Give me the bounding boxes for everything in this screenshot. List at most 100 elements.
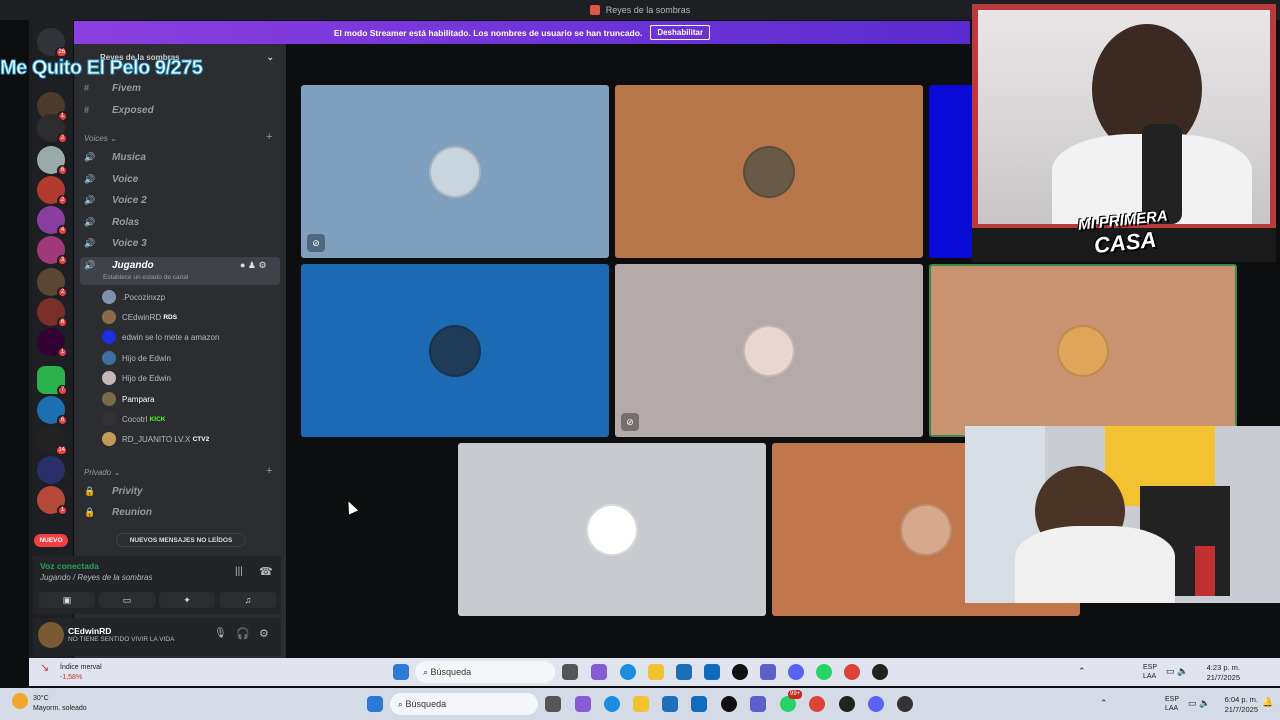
channel-reunion[interactable]: 🔒 Reunion [84,503,152,521]
outlook-icon[interactable] [691,696,707,712]
screen-share-icon[interactable]: ▭ [99,592,155,608]
file-explorer-icon[interactable] [633,696,649,712]
taskbar-search[interactable]: ⌕ Búsqueda [390,693,538,715]
channel-voice-2[interactable]: 🔊 Voice 2 [84,191,147,209]
taskbar-clock[interactable]: 4:23 p. m. 21/7/2025 [1190,663,1240,683]
weather-temp[interactable]: 30°C [33,694,49,703]
server-icon[interactable]: 14 [37,426,68,456]
voice-location[interactable]: Jugando / Reyes de la sombras [40,573,153,582]
chevron-up-icon[interactable]: ⌃ [1100,699,1108,708]
server-icon[interactable]: 1 [37,486,68,516]
participant-tile[interactable] [929,85,973,258]
copilot-icon[interactable] [575,696,591,712]
copilot-icon[interactable] [591,664,607,680]
server-icon[interactable]: 6 [37,146,68,176]
widget-title[interactable]: Índice merval [60,663,102,672]
channel-fivem[interactable]: # Fivem [84,79,141,97]
windows-start-icon[interactable] [367,696,383,712]
task-view-icon[interactable] [545,696,561,712]
channel-exposed[interactable]: # Exposed [84,101,154,119]
participant-tile[interactable] [458,443,766,616]
weather-desc[interactable]: Mayorm. soleado [33,704,87,713]
voice-user[interactable]: Hijo de Edwin [102,349,171,367]
dm-home-icon[interactable]: 26 [37,28,68,58]
category-voices[interactable]: Voices ⌄ [84,134,117,143]
tiktok-icon[interactable] [732,664,748,680]
teams-icon[interactable] [750,696,766,712]
participant-tile[interactable] [301,264,609,437]
headphones-icon[interactable]: 🎧 [236,627,250,640]
server-icon[interactable]: 2 [37,176,68,206]
category-privado[interactable]: Privado ⌄ [84,468,120,477]
server-icon[interactable]: 3 [37,236,68,266]
voice-user[interactable]: edwin se lo mete a amazon [102,328,219,346]
microphone-icon[interactable]: 🎙 [214,628,227,639]
voice-user[interactable]: Cocotrl KICK [102,410,165,428]
taskbar-clock[interactable]: 6:04 p. m. 21/7/2025 [1212,695,1258,715]
unread-messages-pill[interactable]: NUEVOS MENSAJES NO LEÍDOS [116,533,246,547]
camera-off-icon[interactable]: ▣ [39,592,95,608]
participant-tile[interactable]: ⊘ [615,264,923,437]
user-avatar[interactable] [38,622,64,648]
participant-tile[interactable] [615,85,923,258]
file-explorer-icon[interactable] [648,664,664,680]
server-icon[interactable]: 2 [37,268,68,298]
media-player-icon[interactable] [897,696,913,712]
notification-bell-icon[interactable]: 🔔 [1262,698,1273,707]
voice-user[interactable]: .Pocozinxzp [102,288,165,306]
whatsapp-icon[interactable] [816,664,832,680]
language-indicator[interactable]: ESP LAA [1143,663,1157,681]
teams-icon[interactable] [760,664,776,680]
network-volume-icons[interactable]: ▭ 🔈 [1188,699,1210,708]
store-icon[interactable] [676,664,692,680]
channel-actions-icons[interactable]: ● ♟ ⚙ [240,260,267,271]
channel-voice-3[interactable]: 🔊 Voice 3 [84,234,147,252]
server-icon[interactable]: 1 [37,328,68,358]
channel-voice[interactable]: 🔊 Voice [84,170,138,188]
network-volume-icons[interactable]: ▭ 🔈 [1166,667,1188,676]
channel-musica[interactable]: 🔊 Musica [84,148,146,166]
new-badge[interactable]: NUEVO [34,534,68,547]
language-indicator[interactable]: ESP LAA [1165,695,1179,713]
edge-icon[interactable] [604,696,620,712]
server-icon[interactable] [37,456,65,484]
settings-gear-icon[interactable]: ⚙ [259,627,269,640]
channel-status[interactable]: Establece un estado de canal [103,274,188,281]
discord-icon[interactable] [868,696,884,712]
channel-rolas[interactable]: 🔊 Rolas [84,213,139,231]
server-icon[interactable]: 2 [37,114,68,144]
disable-streamer-button[interactable]: Deshabilitar [650,25,711,40]
add-channel-icon[interactable]: + [266,465,272,477]
voice-user[interactable]: CEdwinRD RDS [102,308,177,326]
voice-user[interactable]: RD_JUANITO LV.X CTV2 [102,430,209,448]
username[interactable]: CEdwinRD [68,626,111,636]
channel-privity[interactable]: 🔒 Privity [84,482,143,500]
add-channel-icon[interactable]: + [266,131,272,143]
windows-start-icon[interactable] [393,664,409,680]
tiktok-icon[interactable] [721,696,737,712]
activities-icon[interactable]: ✦ [159,592,215,608]
chrome-icon[interactable] [809,696,825,712]
disconnect-icon[interactable]: ☎ [259,565,273,578]
discord-icon[interactable] [788,664,804,680]
server-icon[interactable]: 6 [37,298,68,328]
taskbar-search[interactable]: ⌕ Búsqueda [415,661,555,683]
participant-tile[interactable]: ⊘ [301,85,609,258]
chrome-icon[interactable] [844,664,860,680]
soundboard-icon[interactable]: ♫ [220,592,276,608]
server-icon[interactable]: 6 [37,396,68,426]
channel-jugando[interactable]: 🔊 Jugando [84,256,154,274]
edge-icon[interactable] [620,664,636,680]
app-icon[interactable] [839,696,855,712]
task-view-icon[interactable] [562,664,578,680]
server-icon[interactable]: 7 [37,366,68,396]
participant-tile-speaking[interactable] [929,264,1237,437]
server-icon[interactable]: 4 [37,206,68,236]
voice-user[interactable]: Hijo de Edwin [102,369,171,387]
app-icon[interactable] [872,664,888,680]
whatsapp-icon[interactable]: 99+ [780,690,803,712]
outlook-icon[interactable] [704,664,720,680]
widget-value[interactable]: -1,58% [60,673,82,682]
chevron-up-icon[interactable]: ⌃ [1078,667,1086,676]
voice-status[interactable]: Voz conectada [40,561,99,571]
